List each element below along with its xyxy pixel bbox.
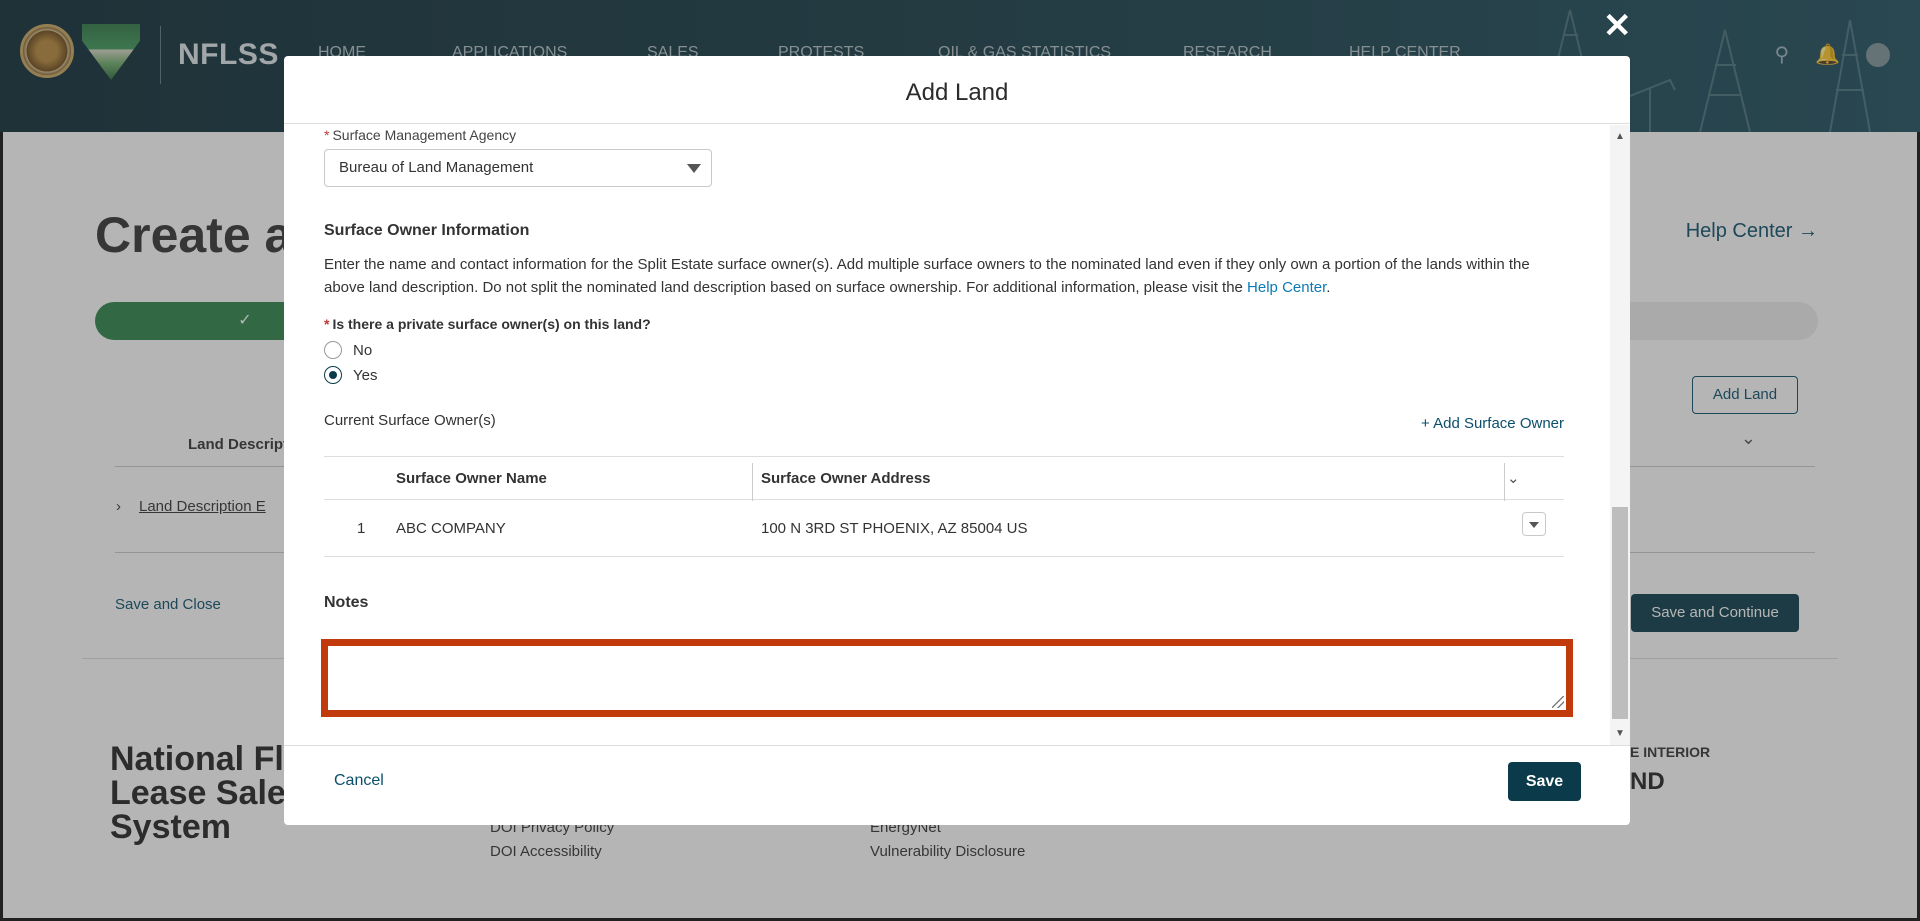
close-icon[interactable]: ✕ [1603,6,1632,46]
notes-field-highlighted [321,639,1573,717]
row-actions-button[interactable] [1522,512,1546,536]
scroll-thumb[interactable] [1612,507,1628,719]
sma-selected-value: Bureau of Land Management [339,159,534,176]
col-owner-address[interactable]: Surface Owner Address [761,457,931,501]
scroll-up-icon[interactable]: ▲ [1615,131,1625,142]
notes-label: Notes [324,594,369,611]
scroll-down-icon[interactable]: ▼ [1615,728,1625,739]
caret-down-icon [687,164,701,173]
section-description-text: Enter the name and contact information f… [324,256,1530,296]
radio-no[interactable] [324,341,342,359]
radio-yes-label: Yes [353,366,378,384]
private-owner-question: * Is there a private surface owner(s) on … [324,316,651,332]
required-marker: * [324,127,330,143]
row-number: 1 [357,520,366,537]
radio-option-no[interactable]: No [324,341,372,359]
modal-scrollbar[interactable]: ▲ ▼ [1610,125,1630,745]
current-owners-label: Current Surface Owner(s) [324,412,496,429]
table-row: 1 ABC COMPANY 100 N 3RD ST PHOENIX, AZ 8… [324,500,1564,557]
cancel-button[interactable]: Cancel [334,772,384,790]
owner-name-cell: ABC COMPANY [396,520,506,537]
surface-management-agency-select[interactable]: Bureau of Land Management [324,149,712,187]
chevron-down-icon[interactable]: ⌄ [1507,469,1520,487]
modal-title: Add Land [905,79,1009,106]
question-text: Is there a private surface owner(s) on t… [332,316,651,332]
resize-handle-icon[interactable] [1552,696,1564,708]
modal-body: * Surface Management Agency Bureau of Lan… [284,125,1630,745]
required-marker: * [324,316,330,332]
column-divider[interactable] [752,463,753,501]
radio-no-label: No [353,341,373,359]
notes-textarea[interactable] [328,646,1566,710]
owner-address-cell: 100 N 3RD ST PHOENIX, AZ 85004 US [761,520,1028,537]
radio-yes[interactable] [324,366,342,384]
column-divider[interactable] [1504,463,1505,501]
add-surface-owner-link[interactable]: + Add Surface Owner [1421,415,1564,432]
sma-label-text: Surface Management Agency [332,127,517,143]
modal-header: Add Land [284,56,1630,124]
owners-table-header: Surface Owner Name Surface Owner Address… [324,456,1564,501]
section-description: Enter the name and contact information f… [324,256,1530,296]
col-owner-name[interactable]: Surface Owner Name [396,457,547,501]
radio-option-yes[interactable]: Yes [324,366,377,384]
section-title: Surface Owner Information [324,222,530,239]
save-button[interactable]: Save [1508,762,1581,801]
add-land-modal: Add Land * Surface Management Agency Bure… [284,56,1630,825]
help-center-link[interactable]: Help Center [1247,279,1326,296]
sma-label: * Surface Management Agency [324,127,516,143]
modal-footer: Cancel Save [284,745,1630,825]
